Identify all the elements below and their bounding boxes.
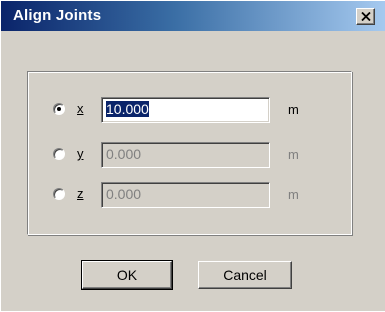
close-button[interactable] [356,8,375,25]
x-value-text: 10.000 [106,101,149,117]
unit-x: m [288,102,299,117]
window-title: Align Joints [13,7,102,24]
cancel-button[interactable]: Cancel [198,261,292,289]
radio-z[interactable] [53,188,65,200]
title-bar[interactable]: Align Joints [1,1,385,31]
y-value-input[interactable]: 0.000 [101,142,270,168]
align-joints-dialog: Align Joints x 10.000 m y 0.000 m z 0.00… [0,0,385,311]
radio-x[interactable] [53,103,65,115]
row-x: x 10.000 m [1,97,385,123]
unit-z: m [288,187,299,202]
radio-selected-dot [57,107,61,111]
ok-button[interactable]: OK [81,260,173,290]
x-value-input[interactable]: 10.000 [101,97,270,123]
axis-label-y: y [77,146,84,161]
z-value-input[interactable]: 0.000 [101,182,270,208]
row-z: z 0.000 m [1,182,385,208]
row-y: y 0.000 m [1,142,385,168]
unit-y: m [288,147,299,162]
axis-label-z: z [77,186,84,201]
axis-label-x: x [77,101,84,116]
radio-y[interactable] [53,148,65,160]
close-icon [360,12,371,21]
